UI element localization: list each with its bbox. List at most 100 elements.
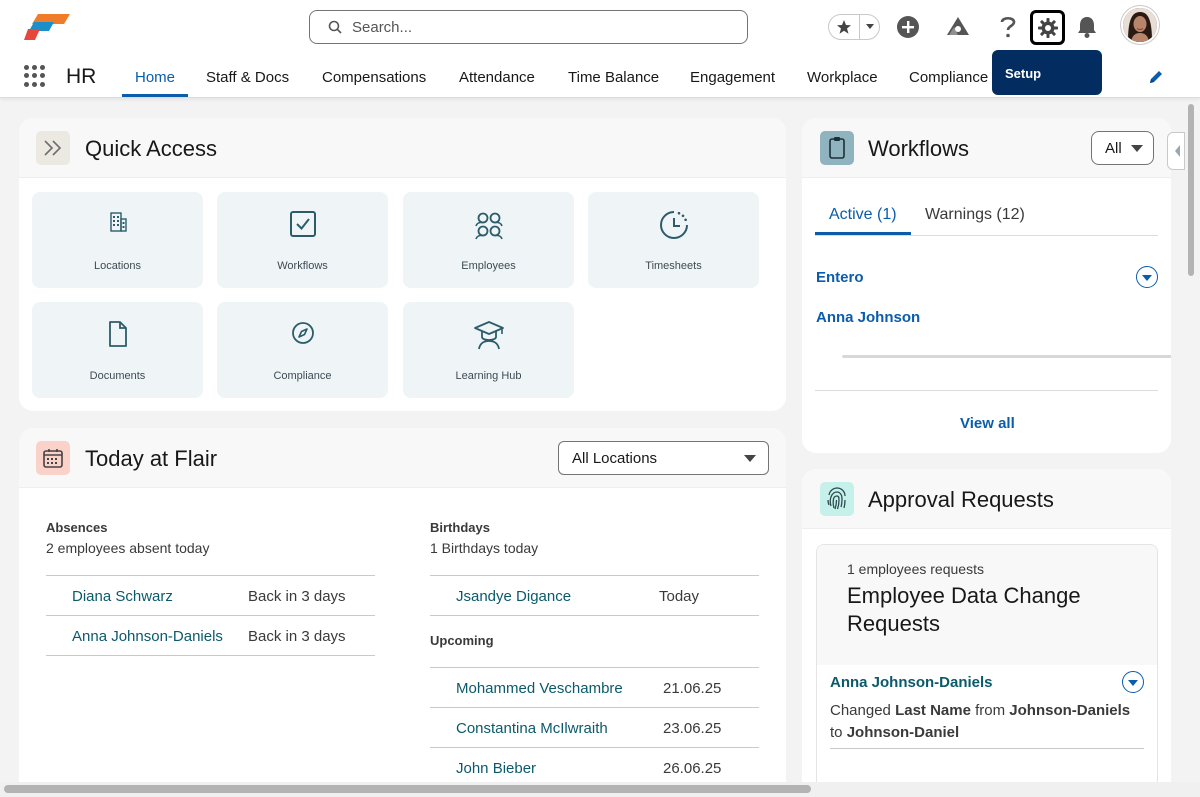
tab-staff-docs[interactable]: Staff & Docs: [206, 69, 289, 86]
help-button[interactable]: [994, 13, 1022, 41]
tile-compliance[interactable]: Compliance: [217, 302, 388, 398]
tab-compensations[interactable]: Compensations: [322, 69, 426, 86]
global-search[interactable]: [309, 10, 748, 44]
tab-engagement[interactable]: Engagement: [690, 69, 775, 86]
birthdays-label: Birthdays: [430, 520, 490, 535]
page-vertical-scrollbar[interactable]: [1186, 100, 1196, 780]
search-icon: [328, 20, 342, 34]
tile-employees[interactable]: Employees: [403, 192, 574, 288]
workflow-group-expand-button[interactable]: [1136, 266, 1158, 288]
workflows-filter-select[interactable]: All: [1091, 131, 1154, 165]
tile-documents[interactable]: Documents: [32, 302, 203, 398]
chevron-down-icon: [865, 24, 874, 29]
help-icon: [1000, 16, 1016, 38]
setup-button[interactable]: [1030, 10, 1065, 45]
tile-label: Documents: [89, 370, 146, 382]
tab-attendance[interactable]: Attendance: [459, 69, 535, 86]
gear-icon: [1037, 17, 1058, 38]
tab-compliance[interactable]: Compliance: [909, 69, 988, 86]
active-tab-indicator: [122, 94, 188, 97]
birthday-employee-link[interactable]: Jsandye Digance: [456, 588, 571, 605]
workflow-group-link[interactable]: Entero: [816, 269, 864, 286]
pencil-icon: [1150, 71, 1162, 83]
birthday-date: Today: [659, 588, 700, 605]
upcoming-employee-link[interactable]: John Bieber: [456, 760, 536, 777]
today-header: Today at Flair All Locations: [19, 428, 786, 488]
document-icon: [108, 321, 127, 347]
app-name: HR: [66, 65, 97, 88]
tile-label: Learning Hub: [455, 370, 522, 382]
user-avatar[interactable]: [1121, 6, 1159, 44]
request-employee-link[interactable]: Anna Johnson-Daniels: [830, 674, 993, 691]
workflow-scrollbar[interactable]: [842, 355, 1171, 358]
tab-time-balance[interactable]: Time Balance: [568, 69, 659, 86]
request-count: 1 employees requests: [847, 561, 984, 577]
location-filter-select[interactable]: All Locations: [558, 441, 769, 475]
upcoming-date: 21.06.25: [663, 680, 722, 697]
upcoming-employee-link[interactable]: Constantina McIlwraith: [456, 720, 608, 737]
absence-employee-link[interactable]: Anna Johnson-Daniels: [72, 628, 223, 645]
page-horizontal-scrollbar[interactable]: [0, 782, 1200, 797]
tile-label: Timesheets: [645, 260, 702, 272]
tile-label: Workflows: [277, 260, 328, 272]
tile-locations[interactable]: Locations: [32, 192, 203, 288]
setup-tooltip: Setup: [992, 50, 1102, 95]
chevrons-right-icon: [36, 131, 70, 165]
view-all-link[interactable]: View all: [960, 415, 1015, 432]
location-filter-value: All Locations: [572, 449, 658, 467]
checkbox-icon: [289, 211, 316, 237]
quick-access-header: Quick Access: [19, 118, 786, 178]
favorites-star-button[interactable]: [829, 15, 859, 39]
tile-timesheets[interactable]: Timesheets: [588, 192, 759, 288]
tile-learning-hub[interactable]: Learning Hub: [403, 302, 574, 398]
global-header: [0, 0, 1200, 56]
tab-workplace[interactable]: Workplace: [807, 69, 878, 86]
request-description: Changed Last Name from Johnson-Daniels t…: [830, 702, 1131, 741]
notifications-button[interactable]: [1073, 13, 1101, 41]
workflows-title: Workflows: [868, 136, 970, 161]
today-title: Today at Flair: [85, 446, 218, 471]
people-icon: [474, 212, 503, 240]
clock-icon: [659, 211, 688, 239]
absences-summary: 2 employees absent today: [46, 540, 210, 556]
clipboard-icon: [820, 131, 854, 165]
workflows-header: Workflows All: [802, 118, 1171, 178]
favorites-list-button[interactable]: [859, 15, 879, 39]
chevron-down-icon: [1128, 680, 1138, 686]
tile-workflows[interactable]: Workflows: [217, 192, 388, 288]
upcoming-date: 26.06.25: [663, 760, 722, 777]
upcoming-employee-link[interactable]: Mohammed Veschambre: [456, 680, 623, 697]
chevron-down-icon: [744, 455, 756, 462]
trailhead-button[interactable]: [944, 13, 972, 41]
absence-employee-link[interactable]: Diana Schwarz: [72, 588, 173, 605]
app-launcher-icon[interactable]: [24, 65, 46, 87]
workflow-person-link[interactable]: Anna Johnson: [816, 309, 920, 326]
approval-requests-card: Approval Requests 1 employees requests E…: [802, 469, 1171, 788]
tab-active-workflows[interactable]: Active (1): [829, 206, 897, 224]
global-actions-button[interactable]: [894, 13, 922, 41]
birthdays-summary: 1 Birthdays today: [430, 540, 539, 556]
tile-label: Employees: [461, 260, 516, 272]
bell-icon: [1078, 17, 1096, 38]
panel-collapse-handle[interactable]: [1167, 132, 1185, 170]
chevron-left-icon: [1175, 145, 1180, 157]
calendar-icon: [36, 441, 70, 475]
building-icon: [109, 212, 127, 232]
absence-status: Back in 3 days: [248, 628, 346, 645]
absences-label: Absences: [46, 520, 108, 535]
upcoming-date: 23.06.25: [663, 720, 722, 737]
star-icon: [837, 20, 851, 34]
tab-warnings[interactable]: Warnings (12): [925, 206, 1025, 224]
search-input[interactable]: [352, 18, 712, 36]
quick-access-card: Quick Access Locations Workflows Employe…: [19, 118, 786, 411]
trailhead-icon: [947, 17, 969, 35]
edit-nav-button[interactable]: [1148, 69, 1164, 90]
flair-logo[interactable]: [24, 12, 72, 42]
absence-status: Back in 3 days: [248, 588, 346, 605]
upcoming-label: Upcoming: [430, 633, 494, 648]
tab-home[interactable]: Home: [135, 69, 175, 86]
tile-label: Compliance: [273, 370, 332, 382]
add-icon: [897, 16, 919, 38]
request-expand-button[interactable]: [1122, 671, 1144, 693]
fingerprint-icon: [820, 482, 854, 516]
